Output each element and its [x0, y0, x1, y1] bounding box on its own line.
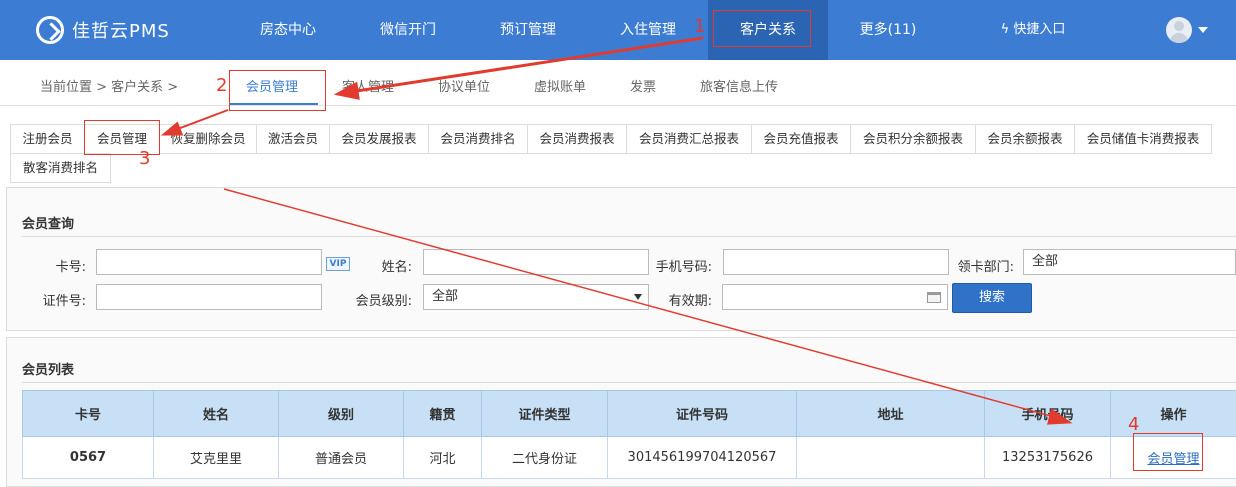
card-label: 卡号:: [30, 256, 86, 275]
level-label: 会员级别:: [340, 290, 412, 309]
quick-entry-link[interactable]: ϟ 快捷入口: [978, 0, 1088, 60]
tab-consumption-summary[interactable]: 会员消费汇总报表: [626, 124, 752, 154]
phone-input[interactable]: [723, 249, 949, 275]
tab-consumption-report[interactable]: 会员消费报表: [527, 124, 627, 154]
dept-label: 领卡部门:: [944, 256, 1014, 275]
tab-consumption-ranking[interactable]: 会员消费排名: [428, 124, 528, 154]
top-navigation-bar: 佳哲云PMS 房态中心 微信开门 预订管理 入住管理 客户关系 更多(11) ϟ…: [0, 0, 1236, 60]
cell-phone: 13253175626: [985, 437, 1111, 479]
cell-address: [797, 437, 985, 479]
cell-level: 普通会员: [279, 437, 404, 479]
column-header[interactable]: 卡号: [23, 391, 154, 437]
logo-icon: [36, 16, 64, 44]
annotation-box-2: [229, 70, 326, 111]
nav-room-status[interactable]: 房态中心: [238, 0, 338, 60]
table-header-row: 卡号 姓名 级别 籍贯 证件类型 证件号码 地址 手机号码 操作: [23, 391, 1236, 437]
column-header[interactable]: 手机号码: [985, 391, 1111, 437]
nav-reservation[interactable]: 预订管理: [478, 0, 578, 60]
tab-stored-card-report[interactable]: 会员储值卡消费报表: [1074, 124, 1212, 154]
avatar[interactable]: [1166, 17, 1192, 43]
vip-icon[interactable]: VIP: [326, 257, 350, 271]
logo[interactable]: 佳哲云PMS: [36, 16, 170, 44]
member-table: 卡号 姓名 级别 籍贯 证件类型 证件号码 地址 手机号码 操作 0567 艾克…: [22, 390, 1236, 479]
search-button[interactable]: 搜索: [952, 283, 1032, 313]
subtab-virtual-bills[interactable]: 虚拟账单: [534, 76, 586, 95]
dropdown-arrow-icon: [634, 294, 642, 300]
card-number-input[interactable]: [96, 249, 322, 275]
tab-walkin-ranking[interactable]: 散客消费排名: [10, 153, 111, 183]
nav-more[interactable]: 更多(11): [838, 0, 938, 60]
id-label: 证件号:: [26, 290, 86, 309]
column-header[interactable]: 证件类型: [482, 391, 608, 437]
list-divider: [22, 382, 1236, 383]
column-header[interactable]: 证件号码: [608, 391, 797, 437]
cell-name: 艾克里里: [154, 437, 279, 479]
dept-value: 全部: [1032, 254, 1058, 269]
subtab-guest-management[interactable]: 客人管理: [342, 76, 394, 95]
annotation-number-3: 3: [139, 148, 150, 169]
phone-label: 手机号码:: [640, 256, 712, 275]
column-header[interactable]: 级别: [279, 391, 404, 437]
name-label: 姓名:: [356, 256, 412, 275]
query-divider: [22, 236, 1236, 237]
tab-balance-report[interactable]: 会员余额报表: [975, 124, 1075, 154]
level-select[interactable]: 全部: [423, 284, 649, 310]
query-title: 会员查询: [22, 213, 74, 232]
tab-activate-member[interactable]: 激活会员: [256, 124, 330, 154]
quick-entry-label: 快捷入口: [1013, 22, 1065, 37]
subtab-agreement-units[interactable]: 协议单位: [438, 76, 490, 95]
nav-wechat-door[interactable]: 微信开门: [358, 0, 458, 60]
annotation-number-2: 2: [216, 75, 227, 96]
tab-development-report[interactable]: 会员发展报表: [329, 124, 429, 154]
annotation-box-1: [713, 10, 811, 47]
valid-date-input[interactable]: [722, 284, 948, 310]
cell-id-type: 二代身份证: [482, 437, 608, 479]
calendar-icon[interactable]: [927, 292, 941, 303]
cell-origin: 河北: [404, 437, 482, 479]
annotation-box-4: [1133, 433, 1203, 471]
chevron-down-icon[interactable]: [1198, 27, 1208, 33]
sub-navigation: 当前位置 > 客户关系 > 会员管理 客人管理 协议单位 虚拟账单 发票 旅客信…: [0, 60, 1236, 106]
list-title: 会员列表: [22, 359, 74, 378]
nav-checkin[interactable]: 入住管理: [598, 0, 698, 60]
valid-label: 有效期:: [650, 290, 712, 309]
level-value: 全部: [432, 289, 458, 304]
subtab-traveler-upload[interactable]: 旅客信息上传: [700, 76, 778, 95]
lightning-icon: ϟ: [1001, 22, 1014, 37]
column-header[interactable]: 姓名: [154, 391, 279, 437]
tab-restore-deleted[interactable]: 恢复删除会员: [159, 124, 257, 154]
annotation-number-1: 1: [694, 16, 705, 37]
tab-register-member[interactable]: 注册会员: [10, 124, 85, 154]
subtab-invoice[interactable]: 发票: [630, 76, 656, 95]
annotation-number-4: 4: [1128, 414, 1139, 435]
id-number-input[interactable]: [96, 284, 322, 310]
name-input[interactable]: [423, 249, 649, 275]
column-header[interactable]: 地址: [797, 391, 985, 437]
breadcrumb: 当前位置 > 客户关系 >: [40, 76, 178, 95]
tab-points-balance-report[interactable]: 会员积分余额报表: [850, 124, 976, 154]
logo-text: 佳哲云PMS: [72, 17, 170, 43]
table-row[interactable]: 0567 艾克里里 普通会员 河北 二代身份证 3014561997041205…: [23, 437, 1236, 479]
tab-recharge-report[interactable]: 会员充值报表: [751, 124, 851, 154]
cell-id-number: 301456199704120567: [608, 437, 797, 479]
cell-card-number: 0567: [23, 437, 154, 479]
dept-select[interactable]: 全部: [1023, 249, 1236, 275]
column-header[interactable]: 籍贯: [404, 391, 482, 437]
